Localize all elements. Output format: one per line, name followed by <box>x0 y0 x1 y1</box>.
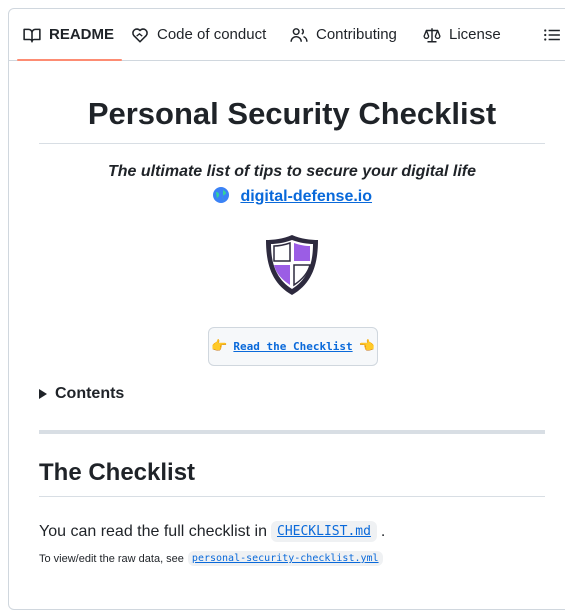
read-checklist-button[interactable]: 👉 Read the Checklist 👈 <box>208 327 378 366</box>
scale-icon <box>423 26 441 44</box>
tab-code-of-conduct-label: Code of conduct <box>157 26 267 43</box>
small-prefix: To view/edit the raw data, see <box>39 552 184 565</box>
yml-link[interactable]: personal-security-checklist.yml <box>192 553 379 564</box>
tab-contributing-label: Contributing <box>316 26 397 43</box>
contents-toggle[interactable]: Contents <box>39 385 124 403</box>
tab-contributing[interactable]: Contributing <box>290 9 397 60</box>
shield-logo <box>263 233 321 302</box>
pointing-left-icon: 👈 <box>358 339 375 354</box>
raw-data-note: To view/edit the raw data, see personal-… <box>39 551 383 566</box>
checklist-md-link[interactable]: CHECKLIST.md <box>277 524 371 539</box>
outline-button[interactable] <box>543 9 561 60</box>
heart-hand-icon <box>131 26 149 44</box>
tab-readme[interactable]: README <box>16 9 123 61</box>
contents-label: Contents <box>55 385 125 402</box>
tab-code-of-conduct[interactable]: Code of conduct <box>131 9 266 60</box>
site-line: digital-defense.io <box>39 186 545 209</box>
list-icon <box>543 26 561 44</box>
tab-readme-label: README <box>49 26 115 43</box>
title-divider <box>39 143 545 144</box>
para-suffix: . <box>380 522 386 540</box>
tab-license[interactable]: License <box>423 9 501 60</box>
section-divider <box>39 430 545 434</box>
globe-icon <box>212 186 230 209</box>
yml-code: personal-security-checklist.yml <box>187 551 383 566</box>
checklist-paragraph: You can read the full checklist in CHECK… <box>39 521 385 542</box>
site-link[interactable]: digital-defense.io <box>240 188 372 205</box>
para-prefix: You can read the full checklist in <box>39 522 267 540</box>
checklist-md-code: CHECKLIST.md <box>271 521 377 542</box>
tab-license-label: License <box>449 26 501 43</box>
pointing-right-icon: 👉 <box>211 339 228 354</box>
section-title-divider <box>39 496 545 497</box>
tab-bar: README Code of conduct Contributing Lice… <box>9 9 565 61</box>
tagline: The ultimate list of tips to secure your… <box>107 163 477 180</box>
readme-panel: README Code of conduct Contributing Lice… <box>8 8 565 610</box>
section-title: The Checklist <box>39 459 196 486</box>
read-checklist-link[interactable]: Read the Checklist <box>233 340 352 353</box>
people-icon <box>290 26 308 44</box>
book-icon <box>23 26 41 44</box>
disclosure-triangle-icon <box>39 389 47 399</box>
readme-title: Personal Security Checklist <box>87 96 497 131</box>
